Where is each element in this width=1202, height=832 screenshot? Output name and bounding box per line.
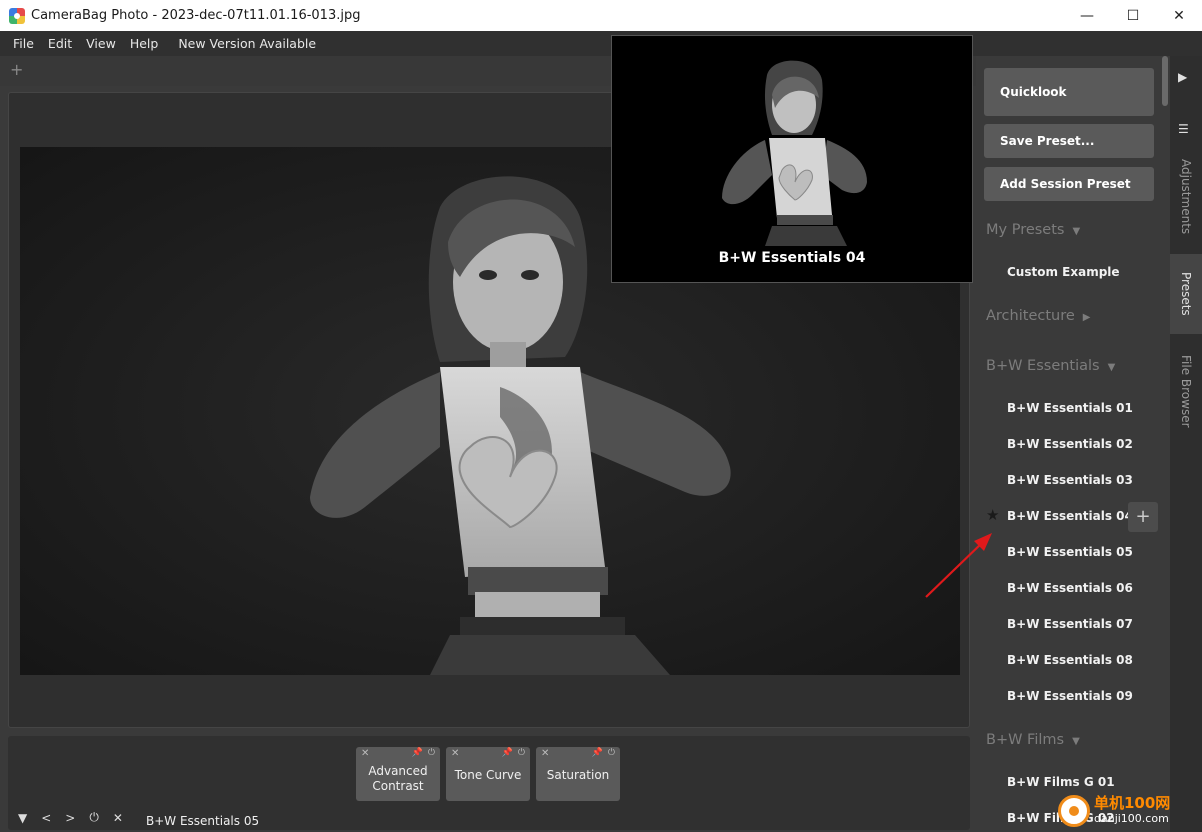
watermark-text: 单机100网 danji100.com <box>1094 796 1170 826</box>
chevron-down-icon: ▼ <box>1072 226 1081 237</box>
section-my-presets[interactable]: My Presets ▼ <box>986 222 1080 238</box>
favorite-star-icon[interactable]: ★ <box>986 506 999 524</box>
preset-item[interactable]: B+W Essentials 07 <box>1007 617 1133 631</box>
chip-power-icon[interactable]: ⏻ <box>428 748 435 758</box>
previous-preset-button[interactable]: < <box>41 811 51 825</box>
menu-edit[interactable]: Edit <box>41 36 79 51</box>
menu-help[interactable]: Help <box>123 36 166 51</box>
add-session-preset-button[interactable]: Add Session Preset <box>984 167 1154 201</box>
preset-item[interactable]: B+W Essentials 01 <box>1007 401 1133 415</box>
menu-icon[interactable]: ☰ <box>1178 122 1189 136</box>
watermark-title: 单机100网 <box>1094 794 1171 812</box>
adjustment-chip-saturation[interactable]: ✕ 📌 ⏻ Saturation <box>536 747 620 801</box>
preset-item[interactable]: B+W Essentials 02 <box>1007 437 1133 451</box>
chip-pin-icon[interactable]: 📌 <box>412 748 423 758</box>
section-title: Architecture <box>986 308 1075 324</box>
chip-pin-icon[interactable]: 📌 <box>502 748 513 758</box>
expand-icon[interactable]: ▶ <box>1178 70 1187 84</box>
next-preset-button[interactable]: > <box>65 811 75 825</box>
chip-label: Saturation <box>546 768 610 782</box>
adjustment-chip-tone-curve[interactable]: ✕ 📌 ⏻ Tone Curve <box>446 747 530 801</box>
preset-item[interactable]: B+W Essentials 09 <box>1007 689 1133 703</box>
section-bw-films[interactable]: B+W Films ▼ <box>986 732 1080 748</box>
watermark-url: danji100.com <box>1094 812 1169 825</box>
chip-label: Tone Curve <box>454 768 522 782</box>
section-title: B+W Films <box>986 732 1065 748</box>
tab-presets[interactable]: Presets <box>1170 254 1202 334</box>
tab-adjustments[interactable]: Adjustments <box>1170 152 1202 242</box>
preset-preview-popup: B+W Essentials 04 <box>611 35 973 283</box>
title-bar: CameraBag Photo - 2023-dec-07t11.01.16-0… <box>0 0 1202 31</box>
watermark-logo-icon <box>1058 795 1090 827</box>
adjustments-strip: ✕ 📌 ⏻ Advanced Contrast ✕ 📌 ⏻ Tone Curve… <box>8 736 970 830</box>
annotation-arrow-icon <box>925 533 992 598</box>
chip-label-line-1: Advanced <box>368 764 428 778</box>
section-bw-essentials[interactable]: B+W Essentials ▼ <box>986 358 1115 374</box>
preset-item[interactable]: B+W Essentials 05 <box>1007 545 1133 559</box>
chevron-down-icon: ▼ <box>1072 736 1080 747</box>
section-title: B+W Essentials <box>986 358 1100 374</box>
collapse-icon[interactable]: ▼ <box>18 811 27 825</box>
section-architecture[interactable]: Architecture ▶ <box>986 308 1090 324</box>
menu-new-version[interactable]: New Version Available <box>171 36 323 51</box>
preview-thumbnail <box>717 50 867 246</box>
chevron-right-icon: ▶ <box>1082 312 1091 323</box>
current-preset-label: B+W Essentials 05 <box>146 814 260 828</box>
preset-item[interactable]: B+W Films G 01 <box>1007 775 1115 789</box>
window-title: CameraBag Photo - 2023-dec-07t11.01.16-0… <box>31 8 361 23</box>
chip-pin-icon[interactable]: 📌 <box>592 748 603 758</box>
preset-item[interactable]: B+W Essentials 06 <box>1007 581 1133 595</box>
chip-power-icon[interactable]: ⏻ <box>518 748 525 758</box>
preset-item[interactable]: B+W Essentials 08 <box>1007 653 1133 667</box>
app-logo-icon <box>9 7 25 24</box>
chip-label-line-2: Contrast <box>372 779 424 793</box>
add-preset-button[interactable]: + <box>1128 502 1158 532</box>
preset-item[interactable]: B+W Essentials 03 <box>1007 473 1133 487</box>
menu-bar: File Edit View Help New Version Availabl… <box>0 31 1202 56</box>
maximize-button[interactable]: ☐ <box>1110 0 1156 31</box>
bottom-controls: ▼ < > ⏻ ✕ <box>18 810 123 825</box>
presets-panel: Quicklook Save Preset... Add Session Pre… <box>976 56 1170 832</box>
save-preset-button[interactable]: Save Preset... <box>984 124 1154 158</box>
menu-file[interactable]: File <box>6 36 41 51</box>
add-tab-button[interactable]: + <box>10 60 23 79</box>
preset-item[interactable]: Custom Example <box>1007 265 1120 279</box>
preset-item-hovered[interactable]: B+W Essentials 04 <box>1007 509 1133 523</box>
side-tab-strip: ▶ ☰ Adjustments Presets File Browser <box>1170 56 1202 832</box>
preview-label: B+W Essentials 04 <box>718 250 866 266</box>
chip-close-icon[interactable]: ✕ <box>451 748 459 759</box>
menu-view[interactable]: View <box>79 36 123 51</box>
minimize-button[interactable]: — <box>1064 0 1110 31</box>
adjustment-chip-advanced-contrast[interactable]: ✕ 📌 ⏻ Advanced Contrast <box>356 747 440 801</box>
watermark: 单机100网 danji100.com <box>1058 794 1170 828</box>
power-icon[interactable]: ⏻ <box>89 810 99 825</box>
chip-power-icon[interactable]: ⏻ <box>608 748 615 758</box>
chip-close-icon[interactable]: ✕ <box>541 748 549 759</box>
close-button[interactable]: ✕ <box>1156 0 1202 31</box>
window-controls: — ☐ ✕ <box>1064 0 1202 31</box>
panel-scrollbar[interactable] <box>1162 56 1168 106</box>
section-title: My Presets <box>986 222 1065 238</box>
clear-icon[interactable]: ✕ <box>113 811 123 825</box>
chip-close-icon[interactable]: ✕ <box>361 748 369 759</box>
chevron-down-icon: ▼ <box>1107 362 1116 373</box>
quicklook-button[interactable]: Quicklook <box>984 68 1154 116</box>
tab-file-browser[interactable]: File Browser <box>1170 346 1202 436</box>
chip-label: Advanced Contrast <box>356 764 440 794</box>
